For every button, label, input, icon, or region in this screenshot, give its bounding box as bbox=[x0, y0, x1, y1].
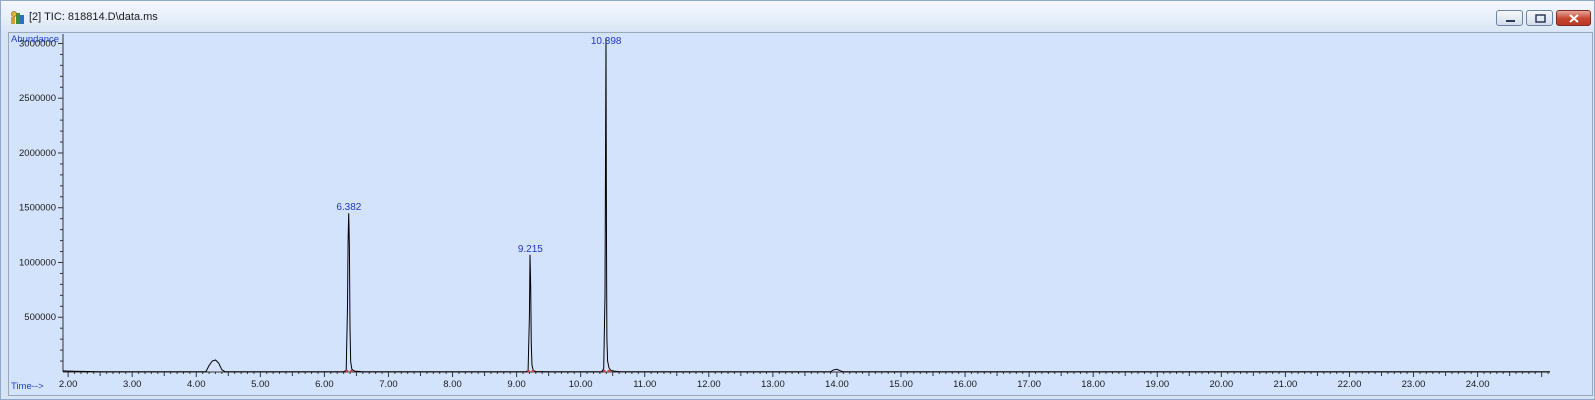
peak-label: 10.398 bbox=[591, 36, 622, 47]
x-tick-label: 9.00 bbox=[507, 379, 526, 390]
close-icon bbox=[1569, 14, 1579, 23]
x-tick-label: 5.00 bbox=[251, 379, 270, 390]
peak-start-marker bbox=[602, 369, 606, 373]
x-axis-label: Time--> bbox=[11, 381, 44, 392]
y-tick-label: 1000000 bbox=[19, 257, 56, 268]
tick-labels: 5000001000000150000020000002500000300000… bbox=[19, 38, 1489, 390]
app-icon bbox=[11, 11, 24, 24]
x-tick-label: 7.00 bbox=[379, 379, 398, 390]
peak-label: 9.215 bbox=[518, 244, 543, 255]
window-title: [2] TIC: 818814.D\data.ms bbox=[29, 11, 158, 23]
x-tick-label: 14.00 bbox=[825, 379, 849, 390]
y-tick-label: 2500000 bbox=[19, 93, 56, 104]
peak-end-marker bbox=[531, 369, 535, 373]
x-tick-label: 24.00 bbox=[1466, 379, 1490, 390]
y-axis-label: Abundance bbox=[11, 34, 59, 45]
peak-labels: 6.382 9.215 10.398 bbox=[336, 36, 622, 373]
peak-start-marker bbox=[527, 369, 530, 373]
restore-icon bbox=[1535, 14, 1546, 23]
tick-marks bbox=[58, 42, 1549, 377]
maximize-button[interactable] bbox=[1526, 10, 1553, 26]
axes bbox=[62, 34, 1550, 373]
x-tick-label: 17.00 bbox=[1017, 379, 1041, 390]
x-tick-label: 19.00 bbox=[1145, 379, 1169, 390]
x-tick-label: 8.00 bbox=[443, 379, 462, 390]
x-tick-label: 12.00 bbox=[697, 379, 721, 390]
y-tick-label: 1500000 bbox=[19, 203, 56, 214]
y-tick-label: 2000000 bbox=[19, 148, 56, 159]
x-tick-label: 13.00 bbox=[761, 379, 785, 390]
tic-chromatogram-chart[interactable]: 5000001000000150000020000002500000300000… bbox=[8, 32, 1591, 394]
peak-end-marker bbox=[350, 369, 353, 373]
x-tick-label: 3.00 bbox=[123, 379, 142, 390]
y-tick-label: 500000 bbox=[24, 312, 56, 323]
peak-label: 6.382 bbox=[336, 202, 361, 213]
x-tick-label: 16.00 bbox=[953, 379, 977, 390]
x-tick-label: 15.00 bbox=[889, 379, 913, 390]
x-tick-label: 6.00 bbox=[315, 379, 334, 390]
chromatogram-window: [2] TIC: 818814.D\data.ms 500000 1000000 1… bbox=[0, 0, 1595, 400]
title-bar[interactable]: [2] TIC: 818814.D\data.ms bbox=[1, 1, 1594, 31]
tic-trace-line bbox=[62, 37, 1550, 373]
x-tick-label: 4.00 bbox=[187, 379, 206, 390]
minimize-icon bbox=[1506, 20, 1515, 22]
x-tick-label: 22.00 bbox=[1338, 379, 1362, 390]
peak-end-marker bbox=[607, 369, 611, 373]
x-tick-label: 21.00 bbox=[1274, 379, 1298, 390]
x-tick-label: 11.00 bbox=[633, 379, 656, 390]
minimize-button[interactable] bbox=[1496, 10, 1523, 26]
x-tick-label: 20.00 bbox=[1209, 379, 1233, 390]
x-tick-label: 10.00 bbox=[569, 379, 593, 390]
x-tick-label: 18.00 bbox=[1081, 379, 1105, 390]
x-tick-label: 2.00 bbox=[59, 379, 78, 390]
peak-start-marker bbox=[345, 369, 349, 373]
close-button[interactable] bbox=[1556, 10, 1591, 26]
tic-trace bbox=[62, 37, 1550, 373]
x-tick-label: 23.00 bbox=[1402, 379, 1426, 390]
